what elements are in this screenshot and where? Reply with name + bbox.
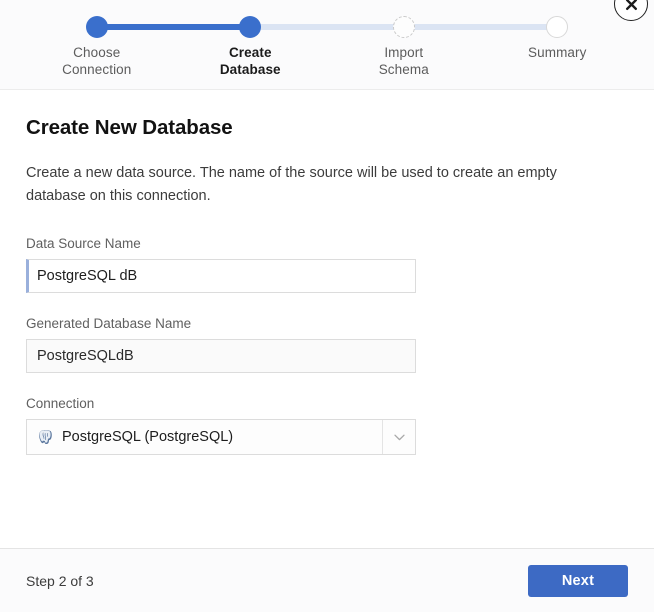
close-icon bbox=[625, 0, 637, 10]
step-label: Import Schema bbox=[378, 45, 429, 77]
step-create-database[interactable]: Create Database bbox=[173, 0, 327, 89]
step-indicator-dot bbox=[392, 16, 415, 38]
generated-database-name-input: PostgreSQLdB bbox=[26, 339, 416, 373]
connection-select[interactable]: PostgreSQL (PostgreSQL) bbox=[26, 419, 416, 455]
data-source-name-input[interactable]: PostgreSQL dB bbox=[26, 259, 416, 293]
generated-database-name-label: Generated Database Name bbox=[26, 316, 192, 331]
page-title: Create New Database bbox=[26, 116, 233, 139]
step-label: Create Database bbox=[219, 45, 281, 77]
step-counter: Step 2 of 3 bbox=[26, 572, 94, 589]
connection-dropdown-arrow[interactable] bbox=[382, 420, 415, 454]
connection-label: Connection bbox=[26, 396, 95, 411]
step-choose-connection[interactable]: Choose Connection bbox=[20, 0, 174, 89]
postgresql-icon bbox=[39, 429, 52, 444]
step-connector-right bbox=[403, 24, 481, 30]
field-connection: Connection PostgreSQL (PostgreSQL) bbox=[26, 396, 628, 455]
field-data-source-name: Data Source Name PostgreSQL dB bbox=[26, 236, 628, 293]
next-button[interactable]: Next bbox=[528, 564, 628, 597]
step-label: Summary bbox=[528, 45, 587, 60]
chevron-down-icon bbox=[393, 434, 405, 440]
generated-database-name-value: PostgreSQLdB bbox=[37, 348, 134, 364]
create-database-wizard: Choose Connection Create Database Import Sc… bbox=[0, 0, 654, 612]
page-description: Create a new data source. The name of th… bbox=[26, 165, 557, 204]
step-import-schema[interactable]: Import Schema bbox=[327, 0, 481, 89]
step-connector-right bbox=[250, 24, 327, 30]
step-summary[interactable]: Summary bbox=[480, 0, 635, 89]
wizard-content: Create New Database Create a new data so… bbox=[0, 90, 654, 548]
field-generated-database-name: Generated Database Name PostgreSQLdB bbox=[26, 316, 628, 373]
step-indicator-dot bbox=[239, 16, 262, 38]
data-source-name-value: PostgreSQL dB bbox=[37, 268, 138, 284]
connection-value: PostgreSQL (PostgreSQL) bbox=[62, 429, 234, 445]
step-indicator-dot bbox=[546, 16, 569, 38]
step-connector-right bbox=[557, 24, 634, 30]
step-label: Choose Connection bbox=[62, 45, 132, 77]
step-connector-right bbox=[96, 24, 174, 30]
wizard-stepper: Choose Connection Create Database Import Sc… bbox=[0, 0, 654, 90]
data-source-name-label: Data Source Name bbox=[26, 236, 141, 251]
step-indicator-dot bbox=[85, 16, 108, 38]
wizard-footer: Step 2 of 3 Next bbox=[0, 548, 654, 612]
